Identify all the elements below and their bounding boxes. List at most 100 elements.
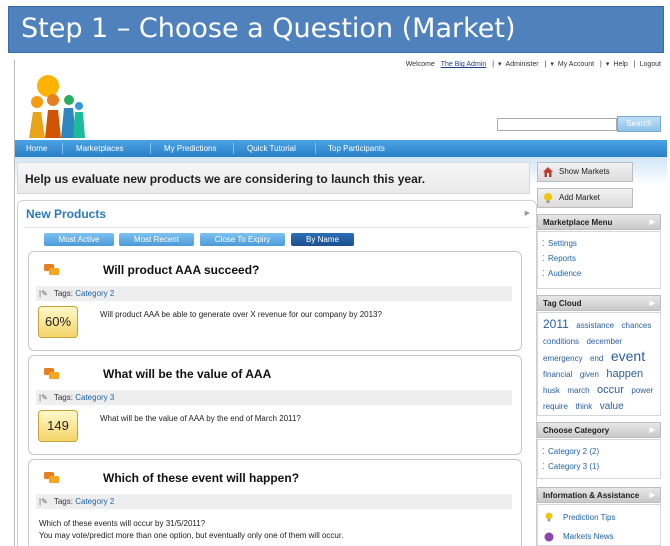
market-description: What will be the value of AAA by the end… — [100, 414, 301, 423]
speech-bubble-icon — [44, 264, 59, 275]
market-card[interactable]: What will be the value of AAA |✎ Tags: C… — [28, 355, 522, 455]
expand-arrow-icon: ▶ — [649, 300, 655, 307]
tag-cloud: 2011 assistance chances conditions decem… — [543, 317, 659, 414]
logout-link[interactable]: Logout — [640, 61, 661, 68]
tag-cloud-item[interactable]: march — [567, 386, 589, 395]
market-title[interactable]: Will product AAA succeed? — [103, 263, 259, 277]
tag-link[interactable]: Category 2 — [75, 497, 114, 506]
nav-marketplaces[interactable]: Marketplaces — [76, 140, 124, 157]
tag-cloud-item[interactable]: power — [631, 386, 653, 395]
category-item[interactable]: Category 2 (2) — [548, 447, 599, 456]
tag-cloud-box: 2011 assistance chances conditions decem… — [537, 312, 661, 416]
nav-divider — [62, 143, 63, 154]
show-markets-button[interactable]: Show Markets — [537, 162, 633, 182]
tag-cloud-item[interactable]: 2011 — [543, 317, 569, 331]
category-item[interactable]: Category 3 (1) — [548, 462, 599, 471]
add-market-label: Add Market — [559, 193, 600, 202]
nav-quick-tutorial[interactable]: Quick Tutorial — [247, 140, 296, 157]
tab-by-name[interactable]: By Name — [291, 233, 354, 246]
nav-my-predictions[interactable]: My Predictions — [164, 140, 216, 157]
tag-bar: |✎ Tags: Category 2 — [36, 286, 512, 301]
tag-cloud-item[interactable]: require — [543, 402, 568, 411]
my-account-link[interactable]: My Account — [558, 61, 594, 68]
main-nav: Home Marketplaces My Predictions Quick T… — [15, 140, 667, 157]
tag-cloud-item[interactable]: given — [580, 370, 599, 379]
speech-bubble-icon — [44, 368, 59, 379]
speech-bubble-icon — [44, 472, 59, 483]
nav-top-participants[interactable]: Top Participants — [328, 140, 385, 157]
headline-box: Help us evaluate new products we are con… — [17, 162, 530, 194]
marketplace-menu-title: Marketplace Menu — [543, 218, 613, 227]
tag-cloud-header[interactable]: Tag Cloud ▶ — [537, 295, 661, 311]
tab-most-active[interactable]: Most Active — [44, 233, 114, 246]
tag-cloud-item[interactable]: december — [586, 337, 622, 346]
administer-link[interactable]: Administer — [506, 61, 539, 68]
add-market-button[interactable]: Add Market — [537, 188, 633, 208]
market-description-line: You may vote/predict more than one optio… — [39, 531, 344, 540]
app-window: Welcome The Big Admin | ▾ Administer | ▾ My … — [14, 60, 667, 546]
market-card[interactable]: Will product AAA succeed? |✎ Tags: Categ… — [28, 251, 522, 351]
marketplace-menu-header[interactable]: Marketplace Menu ▶ — [537, 214, 661, 230]
tag-cloud-item[interactable]: happen — [606, 368, 643, 380]
nav-divider — [315, 143, 316, 154]
tags-label: Tags: — [53, 393, 73, 402]
bullet-icon: ⁚ — [542, 462, 545, 471]
tag-cloud-item[interactable]: event — [611, 348, 645, 364]
tab-most-recent[interactable]: Most Recent — [119, 233, 194, 246]
tab-close-to-expiry[interactable]: Close To Expiry — [200, 233, 285, 246]
tag-cloud-item[interactable]: emergency — [543, 354, 583, 363]
markets-news-link[interactable]: Markets News — [563, 532, 614, 541]
nav-home[interactable]: Home — [26, 140, 47, 157]
market-card[interactable]: Which of these event will happen? |✎ Tag… — [28, 459, 522, 546]
prediction-value-badge: 60% — [38, 306, 78, 338]
nav-divider — [150, 143, 151, 154]
menu-item-settings[interactable]: Settings — [548, 239, 577, 248]
bullet-icon: ⁚ — [542, 447, 545, 456]
news-icon — [544, 532, 554, 542]
menu-item-reports[interactable]: Reports — [548, 254, 576, 263]
bullet-icon: ⁚ — [542, 254, 545, 263]
marketplace-menu-list: ⁚ Settings ⁚ Reports ⁚ Audience — [537, 231, 661, 289]
tag-cloud-item[interactable]: end — [590, 354, 603, 363]
lightbulb-icon — [545, 512, 553, 522]
new-products-title: New Products — [26, 207, 107, 221]
tag-cloud-item[interactable]: occur — [597, 384, 624, 396]
username-link[interactable]: The Big Admin — [441, 61, 487, 68]
search-input[interactable] — [497, 118, 617, 131]
panel-arrow-icon[interactable]: ▶ — [525, 209, 530, 217]
tag-cloud-item[interactable]: conditions — [543, 337, 579, 346]
nav-divider — [233, 143, 234, 154]
market-description-line: Which of these events will occur by 31/5… — [39, 519, 206, 528]
help-link[interactable]: Help — [613, 61, 627, 68]
tag-link[interactable]: Category 2 — [75, 289, 114, 298]
tag-cloud-item[interactable]: assistance — [576, 321, 614, 330]
tag-link[interactable]: Category 3 — [75, 393, 114, 402]
welcome-text: Welcome — [405, 61, 435, 68]
tag-icon: |✎ — [39, 497, 48, 506]
bullet-icon: ⁚ — [542, 269, 545, 278]
tag-cloud-item[interactable]: financial — [543, 370, 572, 379]
menu-item-audience[interactable]: Audience — [548, 269, 581, 278]
tag-icon: |✎ — [39, 393, 48, 402]
expand-arrow-icon: ▶ — [649, 427, 655, 434]
lightbulb-icon — [544, 193, 552, 203]
company-logo — [29, 75, 85, 138]
market-title[interactable]: What will be the value of AAA — [103, 367, 271, 381]
prediction-tips-link[interactable]: Prediction Tips — [563, 513, 615, 522]
user-links: Welcome The Big Admin | ▾ Administer | ▾ My … — [405, 61, 661, 68]
choose-category-header[interactable]: Choose Category ▶ — [537, 422, 661, 438]
tag-cloud-item[interactable]: chances — [622, 321, 652, 330]
choose-category-title: Choose Category — [543, 426, 610, 435]
tag-cloud-item[interactable]: think — [575, 402, 592, 411]
search-button[interactable]: Search — [617, 116, 661, 132]
market-title[interactable]: Which of these event will happen? — [103, 471, 299, 485]
divider — [24, 227, 530, 228]
info-assistance-header[interactable]: Information & Assistance ▶ — [537, 487, 661, 503]
bullet-icon: ⁚ — [542, 239, 545, 248]
tag-cloud-item[interactable]: husk — [543, 386, 560, 395]
tag-bar: |✎ Tags: Category 2 — [36, 494, 512, 509]
tag-cloud-item[interactable]: value — [600, 401, 624, 412]
tag-icon: |✎ — [39, 289, 48, 298]
expand-arrow-icon: ▶ — [649, 492, 655, 499]
show-markets-label: Show Markets — [559, 167, 610, 176]
